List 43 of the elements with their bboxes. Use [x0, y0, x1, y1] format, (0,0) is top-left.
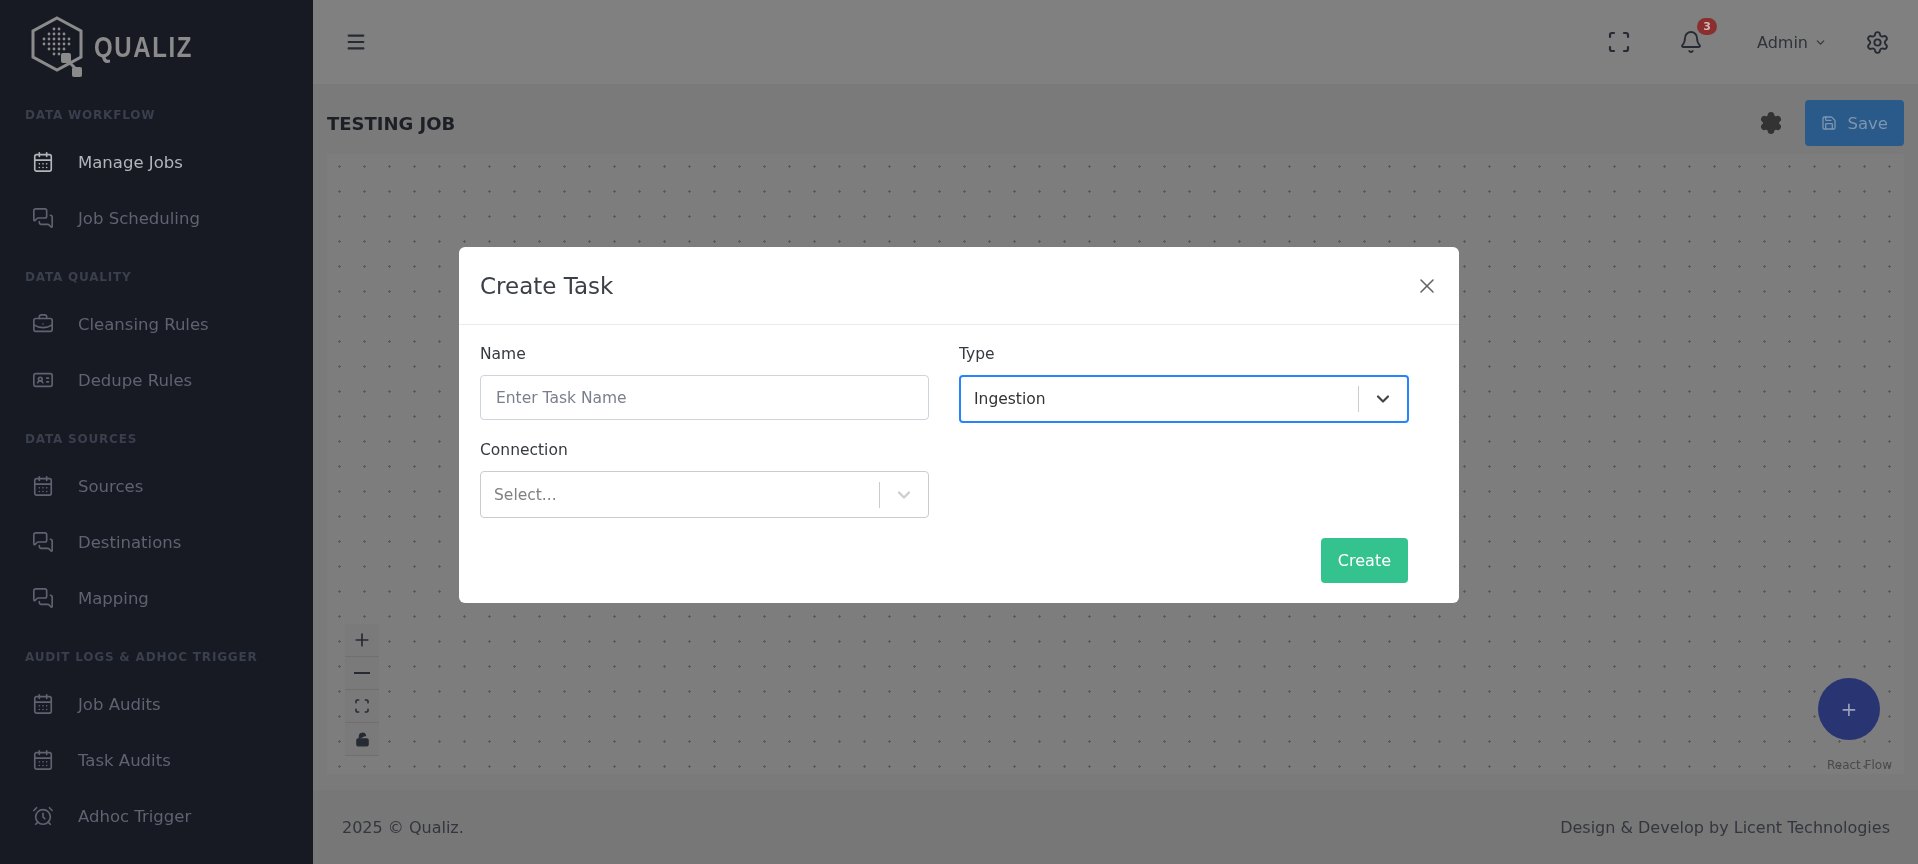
briefcase-icon	[32, 313, 54, 335]
sidebar-item[interactable]: Cleansing Rules	[0, 296, 313, 352]
unlocked-padlock-icon	[354, 731, 370, 747]
sidebar-item[interactable]: Task Audits	[0, 732, 313, 788]
sidebar-item[interactable]: Sources	[0, 458, 313, 514]
calendar-icon	[32, 693, 54, 715]
select-field[interactable]: Ingestion	[959, 375, 1409, 423]
sidebar-item[interactable]: Job Scheduling	[0, 190, 313, 246]
calendar-icon	[32, 475, 54, 497]
sidebar-item[interactable]: Adhoc Trigger	[0, 788, 313, 844]
field-label: Name	[480, 345, 527, 363]
brand-name: QUALIZ	[94, 30, 193, 64]
copyright-text: 2025 © Qualiz.	[342, 817, 464, 837]
fit-view-icon	[354, 698, 370, 714]
fullscreen-icon	[1607, 30, 1631, 54]
sidebar-item[interactable]: Manage Jobs	[0, 134, 313, 190]
dialog-title: Create Task	[480, 272, 614, 299]
settings-icon[interactable]	[1759, 111, 1784, 135]
input-field[interactable]: Enter Task Name	[480, 375, 929, 420]
calendar-icon	[32, 749, 54, 771]
select-field[interactable]: Select...	[480, 471, 929, 518]
credits-text: Design & Develop by Licent Technologies	[1560, 817, 1890, 837]
minus-icon	[354, 672, 370, 674]
user-menu[interactable]: Admin	[1751, 31, 1833, 53]
field-label: Type	[959, 345, 996, 363]
notification-count: 3	[1697, 18, 1717, 35]
alarm-clock-icon	[32, 805, 54, 827]
save-button[interactable]: Save	[1805, 100, 1904, 146]
create-button[interactable]: Create	[1320, 538, 1408, 583]
sidebar-item[interactable]: Dedupe Rules	[0, 352, 313, 408]
menu-icon	[345, 31, 367, 53]
page-title: TESTING JOB	[327, 112, 456, 134]
sidebar-item[interactable]: Job Audits	[0, 676, 313, 732]
sidebar-item[interactable]: Destinations	[0, 514, 313, 570]
add-node-button[interactable]: +	[1818, 678, 1880, 740]
sidebar-item[interactable]: Mapping	[0, 570, 313, 626]
chat-icon	[32, 587, 54, 609]
calendar-icon	[32, 151, 54, 173]
chat-icon	[32, 531, 54, 553]
settings-icon	[1865, 29, 1890, 55]
chat-icon	[32, 207, 54, 229]
field-label: Connection	[480, 441, 569, 459]
bell-icon	[1679, 30, 1703, 54]
